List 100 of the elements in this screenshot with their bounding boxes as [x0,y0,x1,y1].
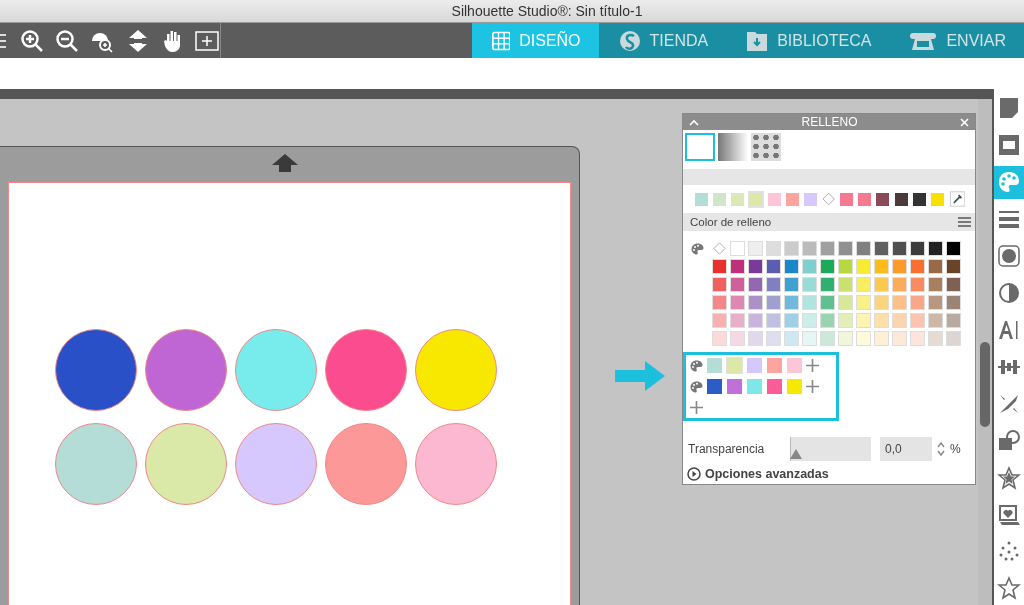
color-swatch[interactable] [712,259,727,274]
nav-tab[interactable]: DISEÑO [471,23,599,58]
transparency-input[interactable]: 0,0 [880,437,932,461]
palette-swatch[interactable] [786,357,803,374]
recent-color-swatch[interactable] [874,190,891,208]
color-swatch[interactable] [784,277,799,292]
recent-color-swatch[interactable] [838,190,855,208]
color-swatch[interactable] [802,259,817,274]
eyedropper-icon[interactable] [949,191,966,207]
color-swatch[interactable] [910,259,925,274]
recent-color-swatch[interactable] [711,190,728,208]
recent-color-swatch[interactable] [693,190,710,208]
color-swatch[interactable] [928,313,943,328]
color-swatch[interactable] [946,241,961,256]
color-swatch[interactable] [946,331,961,346]
color-swatch[interactable] [928,241,943,256]
color-swatch[interactable] [766,241,781,256]
color-swatch[interactable] [892,277,907,292]
color-swatch[interactable] [784,313,799,328]
color-swatch[interactable] [874,259,889,274]
color-swatch[interactable] [820,331,835,346]
fit-page-icon[interactable] [195,30,219,51]
color-swatch[interactable] [820,259,835,274]
nav-tab[interactable]: TIENDA [598,23,727,58]
menu-icon[interactable] [958,217,971,227]
color-swatch[interactable] [712,295,727,310]
color-swatch[interactable] [802,313,817,328]
color-swatch[interactable] [820,295,835,310]
color-swatch[interactable] [910,241,925,256]
color-swatch[interactable] [784,295,799,310]
recent-color-swatch[interactable] [747,190,765,208]
plus-icon[interactable] [690,401,703,414]
color-swatch[interactable] [838,295,853,310]
palette-swatch[interactable] [726,378,743,395]
recent-color-swatch[interactable] [892,190,910,208]
stepper-icon[interactable] [937,441,945,457]
palette-icon[interactable] [690,359,703,372]
color-swatch[interactable] [748,313,763,328]
color-swatch[interactable] [838,277,853,292]
color-swatch[interactable] [874,295,889,310]
color-swatch[interactable] [748,259,763,274]
pattern-fill-option[interactable] [751,133,781,161]
expand-icon[interactable] [687,467,701,481]
color-swatch[interactable] [784,241,799,256]
color-swatch[interactable] [946,313,961,328]
palette-swatch[interactable] [766,378,783,395]
no-color-icon[interactable] [820,191,837,207]
color-swatch[interactable] [766,331,781,346]
color-swatch[interactable] [712,313,727,328]
color-swatch[interactable] [910,313,925,328]
color-swatch[interactable] [910,295,925,310]
color-swatch[interactable] [730,295,745,310]
color-swatch[interactable] [748,331,763,346]
recent-color-swatch[interactable] [802,190,819,208]
color-swatch[interactable] [892,313,907,328]
color-swatch[interactable] [892,295,907,310]
palette-swatch[interactable] [786,378,803,395]
color-swatch[interactable] [784,331,799,346]
slider-thumb[interactable] [790,449,802,459]
color-swatch[interactable] [712,331,727,346]
recent-color-swatch[interactable] [911,190,928,208]
color-swatch[interactable] [766,313,781,328]
color-swatch[interactable] [820,277,835,292]
color-swatch[interactable] [838,259,853,274]
color-swatch[interactable] [802,241,817,256]
color-swatch[interactable] [748,277,763,292]
gradient-fill-option[interactable] [718,133,748,161]
nav-tab[interactable]: BIBLIOTECA [726,23,890,58]
color-swatch[interactable] [856,259,871,274]
color-swatch[interactable] [730,313,745,328]
palette-swatch[interactable] [746,357,763,374]
color-swatch[interactable] [946,277,961,292]
color-swatch[interactable] [748,241,763,256]
color-swatch[interactable] [766,259,781,274]
color-swatch[interactable] [874,313,889,328]
color-swatch[interactable] [928,295,943,310]
recent-color-swatch[interactable] [784,190,801,208]
color-swatch[interactable] [802,277,817,292]
color-swatch[interactable] [928,259,943,274]
color-swatch[interactable] [856,331,871,346]
palette-icon[interactable] [690,380,703,393]
color-swatch[interactable] [838,313,853,328]
color-swatch[interactable] [892,259,907,274]
solid-fill-option[interactable] [685,133,715,161]
color-swatch[interactable] [856,313,871,328]
color-swatch[interactable] [838,331,853,346]
palette-icon[interactable] [994,165,1024,199]
color-swatch[interactable] [856,277,871,292]
close-icon[interactable] [960,117,969,127]
color-swatch[interactable] [766,277,781,292]
color-swatch[interactable] [910,277,925,292]
color-swatch[interactable] [874,331,889,346]
recent-color-swatch[interactable] [856,190,873,208]
color-swatch[interactable] [874,277,889,292]
color-swatch[interactable] [838,241,853,256]
color-swatch[interactable] [766,295,781,310]
color-swatch[interactable] [730,241,745,256]
no-color-icon[interactable] [712,241,727,256]
color-swatch[interactable] [820,313,835,328]
palette-icon[interactable] [691,242,704,255]
